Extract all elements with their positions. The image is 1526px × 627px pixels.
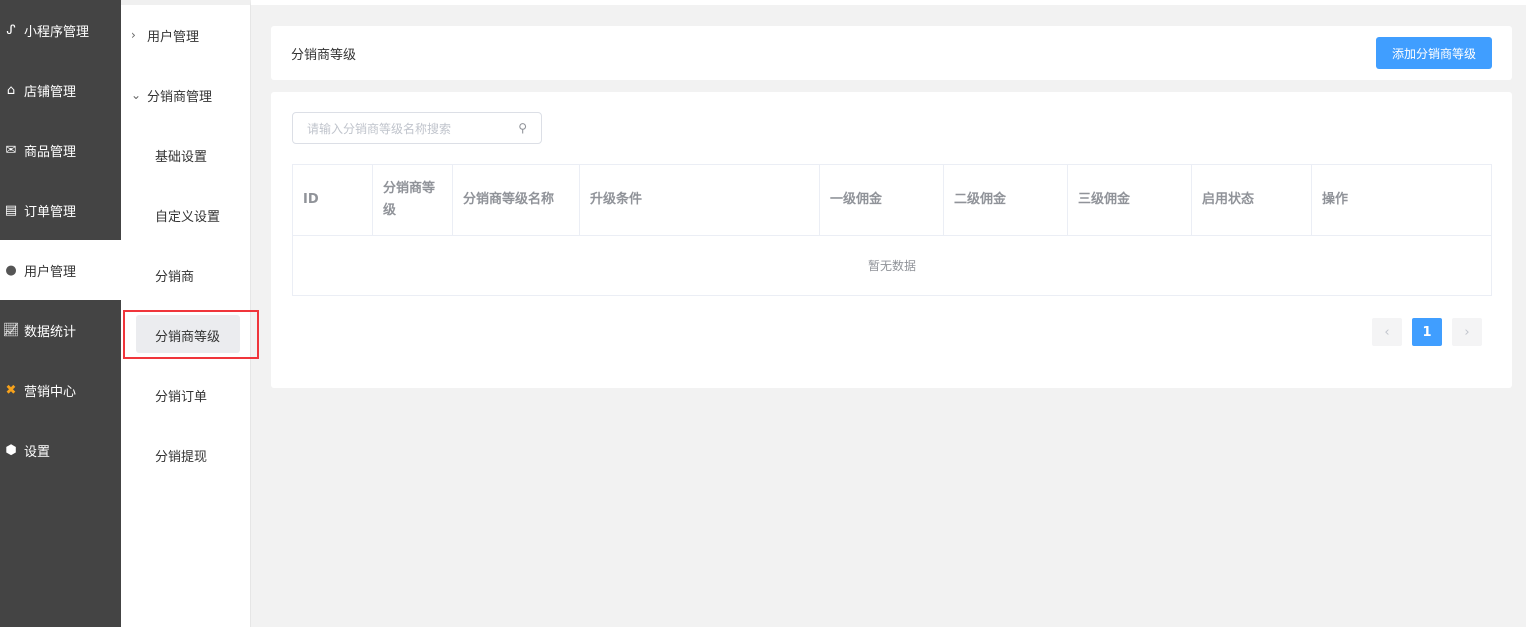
sidebar-item-orders[interactable]: ▤ 订单管理 xyxy=(0,180,121,240)
user-icon: ● xyxy=(5,262,17,278)
column-header: 一级佣金 xyxy=(819,164,944,236)
highlight-box xyxy=(123,310,259,359)
submenu-item-custom-settings[interactable]: 自定义设置 xyxy=(121,185,250,245)
mail-icon: ✉ xyxy=(5,142,17,158)
sidebar-item-goods[interactable]: ✉ 商品管理 xyxy=(0,120,121,180)
column-header: 二级佣金 xyxy=(943,164,1068,236)
submenu-item-distributors[interactable]: 分销商 xyxy=(121,245,250,305)
submenu-item-withdrawals[interactable]: 分销提现 xyxy=(121,425,250,485)
sidebar-item-shop[interactable]: ⌂ 店铺管理 xyxy=(0,60,121,120)
empty-message: 暂无数据 xyxy=(292,235,1492,296)
submenu-group-users[interactable]: › 用户管理 xyxy=(121,5,250,65)
sidebar-item-miniprogram[interactable]: ᔑ 小程序管理 xyxy=(0,0,121,60)
shop-icon: ⌂ xyxy=(6,82,16,98)
sidebar-item-marketing[interactable]: ✖ 营销中心 xyxy=(0,360,121,420)
column-header: 操作 xyxy=(1311,164,1492,236)
prev-page-button[interactable]: ‹ xyxy=(1372,318,1402,346)
chevron-right-icon: › xyxy=(131,28,136,42)
content-card: 请输入分销商等级名称搜索 ⚲ ID 分销商等级 分销商等级名称 升级条件 一级佣金… xyxy=(271,92,1512,388)
submenu-group-distributor[interactable]: ⌄ 分销商管理 xyxy=(121,65,250,125)
gear-icon: ⬢ xyxy=(5,442,17,458)
sidebar-item-settings[interactable]: ⬢ 设置 xyxy=(0,420,121,480)
page-title: 分销商等级 xyxy=(291,47,357,63)
pagination: ‹ 1 › xyxy=(1372,318,1482,346)
submenu-item-distribution-orders[interactable]: 分销订单 xyxy=(121,365,250,425)
levels-table: ID 分销商等级 分销商等级名称 升级条件 一级佣金 二级佣金 三级佣金 启用状… xyxy=(292,164,1492,296)
main-sidebar: ᔑ 小程序管理 ⌂ 店铺管理 ✉ 商品管理 ▤ 订单管理 ● 用户管理 📈︎ 数据统计 ✖ 营… xyxy=(0,0,121,627)
column-header: 启用状态 xyxy=(1191,164,1312,236)
page-header: 分销商等级 添加分销商等级 xyxy=(271,26,1512,80)
column-header: 分销商等级 xyxy=(372,164,453,236)
search-icon[interactable]: ⚲ xyxy=(518,121,527,135)
chart-icon: 📈︎ xyxy=(2,322,20,338)
column-header: 升级条件 xyxy=(579,164,820,236)
marketing-icon: ✖ xyxy=(5,382,17,398)
submenu-item-basic-settings[interactable]: 基础设置 xyxy=(121,125,250,185)
link-icon: ᔑ xyxy=(6,22,16,38)
column-header: 三级佣金 xyxy=(1067,164,1192,236)
top-bar xyxy=(251,0,1526,5)
sidebar-item-users[interactable]: ● 用户管理 xyxy=(0,240,121,300)
column-header: 分销商等级名称 xyxy=(452,164,580,236)
column-header: ID xyxy=(292,164,373,236)
clipboard-icon: ▤ xyxy=(4,202,18,218)
next-page-button[interactable]: › xyxy=(1452,318,1482,346)
chevron-down-icon: ⌄ xyxy=(131,88,142,102)
search-input[interactable]: 请输入分销商等级名称搜索 ⚲ xyxy=(292,112,542,144)
sidebar-item-stats[interactable]: 📈︎ 数据统计 xyxy=(0,300,121,360)
page-button[interactable]: 1 xyxy=(1412,318,1442,346)
add-level-button[interactable]: 添加分销商等级 xyxy=(1375,37,1492,69)
